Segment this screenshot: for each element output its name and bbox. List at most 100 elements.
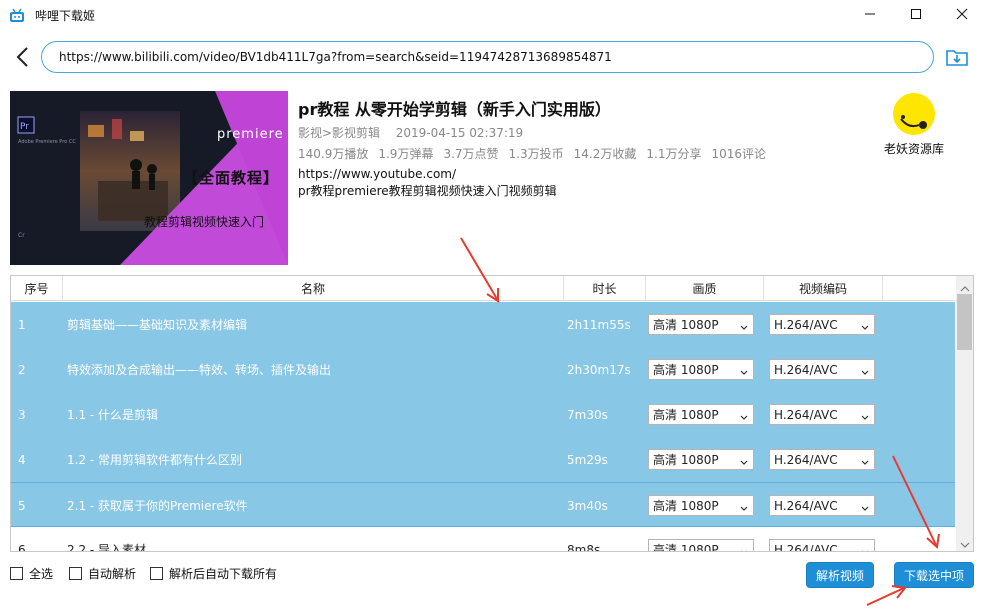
quality-select[interactable]: 高清 1080P <box>648 359 754 380</box>
bilibili-tv-icon <box>9 8 25 24</box>
table-scrollbar[interactable] <box>956 276 973 551</box>
annotation-arrow-3 <box>866 585 907 606</box>
video-stats: 140.9万播放 1.9万弹幕 3.7万点赞 1.3万投币 14.2万收藏 1.1万分享 1… <box>298 145 776 162</box>
chevron-down-icon <box>861 411 869 420</box>
download-selected-button[interactable]: 下载选中项 <box>894 562 974 588</box>
minimize-button[interactable] <box>847 0 893 31</box>
maximize-icon <box>910 8 922 23</box>
codec-select[interactable]: H.264/AVC <box>769 449 875 470</box>
video-meta: 影视>影视剪辑 2019-04-15 02:37:19 <box>298 124 523 141</box>
checkbox-box[interactable] <box>69 567 82 580</box>
stat-shares: 1.1万分享 <box>646 147 702 161</box>
quality-select[interactable]: 高清 1080P <box>648 495 754 516</box>
table-row[interactable]: 5 2.1 - 获取属于你的Premiere软件 3m40s 高清 1080P … <box>11 482 955 527</box>
col-header-duration: 时长 <box>564 276 646 301</box>
scrollbar-thumb[interactable] <box>957 294 972 350</box>
auto-download-label: 解析后自动下载所有 <box>169 567 278 581</box>
checkbox-box[interactable] <box>10 567 23 580</box>
svg-text:Pr: Pr <box>20 122 29 132</box>
chevron-down-icon <box>861 366 869 375</box>
codec-select[interactable]: H.264/AVC <box>769 359 875 380</box>
table-body: 1 剪辑基础——基础知识及素材编辑 2h11m55s 高清 1080P H.26… <box>11 302 955 552</box>
uploader[interactable]: 老妖资源库 <box>878 93 950 157</box>
table-row[interactable]: 3 1.1 - 什么是剪辑 7m30s 高清 1080P H.264/AVC <box>11 392 955 437</box>
quality-select[interactable]: 高清 1080P <box>648 539 754 552</box>
row-index: 5 <box>18 498 26 513</box>
stat-coins: 1.3万投币 <box>508 147 564 161</box>
back-button[interactable] <box>14 46 32 68</box>
row-duration: 8m8s <box>567 542 601 552</box>
quality-value: 高清 1080P <box>653 543 719 552</box>
codec-select[interactable]: H.264/AVC <box>769 404 875 425</box>
auto-parse-checkbox[interactable]: 自动解析 <box>69 565 136 582</box>
row-index: 2 <box>18 362 26 377</box>
row-index: 3 <box>18 407 26 422</box>
title-bar: 哔哩下载姬 <box>0 0 985 31</box>
chevron-down-icon <box>740 321 748 330</box>
stat-danmaku: 1.9万弹幕 <box>378 147 434 161</box>
chevron-down-icon <box>740 546 748 551</box>
chevron-down-icon <box>740 366 748 375</box>
codec-select[interactable]: H.264/AVC <box>769 539 875 551</box>
stat-comments: 1016评论 <box>711 147 767 161</box>
codec-select[interactable]: H.264/AVC <box>769 495 875 516</box>
download-folder-icon <box>944 50 970 73</box>
video-date: 2019-04-15 02:37:19 <box>395 126 524 140</box>
close-button[interactable] <box>939 0 985 31</box>
codec-value: H.264/AVC <box>774 452 838 467</box>
row-duration: 7m30s <box>567 407 608 422</box>
avatar <box>893 93 935 135</box>
url-input[interactable]: https://www.bilibili.com/video/BV1db411L… <box>41 41 934 73</box>
window-title: 哔哩下载姬 <box>35 9 96 23</box>
quality-select[interactable]: 高清 1080P <box>648 404 754 425</box>
quality-value: 高清 1080P <box>653 408 719 422</box>
table-row[interactable]: 2 特效添加及合成输出——特效、转场、插件及输出 2h30m17s 高清 108… <box>11 347 955 392</box>
codec-value: H.264/AVC <box>774 498 838 513</box>
thumbnail-tag: 【全面教程】 <box>183 169 280 187</box>
row-duration: 3m40s <box>567 498 608 513</box>
row-index: 1 <box>18 317 26 332</box>
row-name: 1.1 - 什么是剪辑 <box>67 408 159 422</box>
maximize-button[interactable] <box>893 0 939 31</box>
quality-select[interactable]: 高清 1080P <box>648 449 754 470</box>
url-text: https://www.bilibili.com/video/BV1db411L… <box>59 50 612 64</box>
quality-value: 高清 1080P <box>653 499 719 513</box>
codec-select[interactable]: H.264/AVC <box>769 314 875 335</box>
row-name: 1.2 - 常用剪辑软件都有什么区别 <box>67 453 243 467</box>
select-all-checkbox[interactable]: 全选 <box>10 565 53 582</box>
quality-select[interactable]: 高清 1080P <box>648 314 754 335</box>
auto-download-checkbox[interactable]: 解析后自动下载所有 <box>150 565 277 582</box>
table-header: 序号 名称 时长 画质 视频编码 <box>11 276 955 301</box>
row-index: 6 <box>18 542 26 552</box>
row-duration: 5m29s <box>567 452 608 467</box>
chevron-down-icon <box>740 502 748 511</box>
uploader-name: 老妖资源库 <box>883 142 944 156</box>
col-header-name: 名称 <box>63 276 564 301</box>
scroll-up-icon[interactable] <box>960 282 970 292</box>
download-folder-button[interactable] <box>944 44 970 70</box>
row-duration: 2h30m17s <box>567 362 631 377</box>
table-row[interactable]: 6 2.2 - 导入素材 8m8s 高清 1080P H.264/AVC <box>11 527 955 552</box>
quality-value: 高清 1080P <box>653 453 719 467</box>
chevron-down-icon <box>861 321 869 330</box>
checkbox-box[interactable] <box>150 567 163 580</box>
row-index: 4 <box>18 452 26 467</box>
select-all-label: 全选 <box>29 567 54 581</box>
col-header-index: 序号 <box>11 276 63 301</box>
stat-likes: 3.7万点赞 <box>443 147 499 161</box>
stat-views: 140.9万播放 <box>298 147 369 161</box>
back-icon <box>14 47 32 71</box>
col-header-quality: 画质 <box>646 276 764 301</box>
quality-value: 高清 1080P <box>653 363 719 377</box>
stat-favorites: 14.2万收藏 <box>573 147 637 161</box>
quality-value: 高清 1080P <box>653 318 719 332</box>
chevron-down-icon <box>740 456 748 465</box>
chevron-down-icon <box>861 502 869 511</box>
table-row[interactable]: 4 1.2 - 常用剪辑软件都有什么区别 5m29s 高清 1080P H.26… <box>11 437 955 482</box>
scroll-down-icon[interactable] <box>960 538 970 548</box>
row-name: 剪辑基础——基础知识及素材编辑 <box>67 318 248 332</box>
parse-video-button[interactable]: 解析视频 <box>806 562 874 588</box>
table-row[interactable]: 1 剪辑基础——基础知识及素材编辑 2h11m55s 高清 1080P H.26… <box>11 302 955 347</box>
codec-value: H.264/AVC <box>774 317 838 332</box>
codec-value: H.264/AVC <box>774 362 838 377</box>
